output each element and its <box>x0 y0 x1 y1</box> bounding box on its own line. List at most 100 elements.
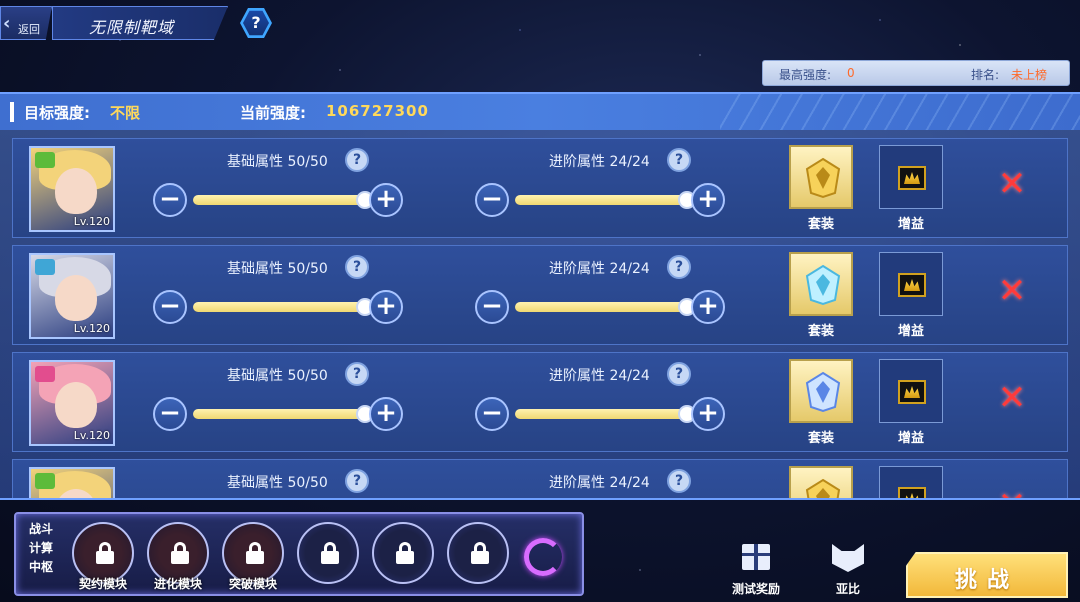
adv-attr-label: 进阶属性 24/24 <box>549 475 650 491</box>
help-icon[interactable]: ? <box>345 469 369 493</box>
minus-icon[interactable]: − <box>475 397 509 431</box>
target-strength-value: 不限 <box>110 104 141 122</box>
rank-value: 未上榜 <box>1011 68 1048 82</box>
help-button[interactable]: ? <box>240 7 272 39</box>
buff-slot[interactable] <box>879 252 943 316</box>
help-icon[interactable]: ? <box>667 148 691 172</box>
minus-icon[interactable]: − <box>153 397 187 431</box>
set-emblem-icon <box>805 478 841 498</box>
module-label: 契约模块 <box>78 577 127 591</box>
back-label: 返回 <box>18 23 40 36</box>
character-avatar[interactable]: Lv.120 <box>29 146 115 232</box>
base-attr-label: 基础属性 50/50 <box>227 261 328 277</box>
set-equipment-slot[interactable] <box>789 252 853 316</box>
help-icon[interactable]: ? <box>667 469 691 493</box>
set-equipment-slot[interactable] <box>789 145 853 209</box>
avatar-face <box>55 382 97 428</box>
refresh-icon[interactable] <box>524 538 562 576</box>
buff-label: 增益 <box>897 324 924 339</box>
base-attr-slider[interactable] <box>193 298 374 316</box>
help-icon[interactable]: ? <box>345 148 369 172</box>
character-row: Lv.120基础属性 50/50?−+进阶属性 24/24?−+套装增益✕ <box>12 138 1068 238</box>
module-slot[interactable] <box>447 522 509 584</box>
back-button[interactable]: ‹ 返回 <box>0 6 52 40</box>
character-row: Lv.120基础属性 50/50?−+进阶属性 24/24?−+套装增益✕ <box>12 459 1068 498</box>
buff-slot[interactable] <box>879 145 943 209</box>
adv-attr-slider[interactable] <box>515 298 696 316</box>
slider-fill <box>193 195 365 205</box>
minus-icon[interactable]: − <box>475 290 509 324</box>
test-reward-label: 测试奖励 <box>731 582 780 596</box>
header-accent-bar <box>10 102 14 122</box>
plus-icon[interactable]: + <box>691 290 725 324</box>
battle-compute-hub: 战斗 计算 中枢 契约模块 进化模块 突破模块 <box>14 512 584 596</box>
remove-x-icon[interactable]: ✕ <box>995 488 1029 498</box>
minus-icon[interactable]: − <box>153 183 187 217</box>
slider-fill <box>193 409 365 419</box>
base-attr-slider[interactable] <box>193 405 374 423</box>
set-label: 套装 <box>807 324 834 339</box>
character-avatar[interactable]: Lv.120 <box>29 467 115 498</box>
challenge-button[interactable]: 挑战 <box>906 552 1068 598</box>
character-avatar[interactable]: Lv.120 <box>29 253 115 339</box>
test-reward-button[interactable]: 测试奖励 <box>728 544 784 600</box>
help-icon: ? <box>243 10 269 36</box>
cat-icon <box>832 544 864 572</box>
lock-icon <box>396 542 414 564</box>
set-equipment-slot[interactable] <box>789 359 853 423</box>
avatar-face <box>55 168 97 214</box>
set-label: 套装 <box>807 217 834 232</box>
lock-body <box>171 551 189 564</box>
set-label: 套装 <box>807 431 834 446</box>
remove-x-icon[interactable]: ✕ <box>995 167 1029 201</box>
buff-label: 增益 <box>897 431 924 446</box>
adv-attr-label: 进阶属性 24/24 <box>549 154 650 170</box>
buff-slot[interactable] <box>879 466 943 498</box>
plus-icon[interactable]: + <box>691 183 725 217</box>
level-label: Lv.120 <box>73 429 110 442</box>
character-avatar[interactable]: Lv.120 <box>29 360 115 446</box>
page-title: 无限制靶域 <box>89 18 175 37</box>
help-icon[interactable]: ? <box>667 362 691 386</box>
slider-fill <box>515 302 687 312</box>
minus-icon[interactable]: − <box>153 290 187 324</box>
help-icon[interactable]: ? <box>667 255 691 279</box>
module-slot[interactable] <box>372 522 434 584</box>
max-strength-value: 0 <box>847 66 855 80</box>
set-equipment-slot[interactable] <box>789 466 853 498</box>
help-icon[interactable]: ? <box>345 362 369 386</box>
minus-icon[interactable]: − <box>475 183 509 217</box>
rank-label: 排名: <box>971 68 1000 82</box>
yabi-label: 亚比 <box>835 582 860 596</box>
current-strength-label: 当前强度: <box>240 104 306 122</box>
lock-icon <box>246 542 264 564</box>
buff-crown-icon <box>898 166 926 190</box>
help-icon[interactable]: ? <box>345 255 369 279</box>
buff-label: 增益 <box>897 217 924 232</box>
element-badge-icon <box>35 259 55 275</box>
lock-icon <box>96 542 114 564</box>
adv-attr-label: 进阶属性 24/24 <box>549 261 650 277</box>
character-row: Lv.120基础属性 50/50?−+进阶属性 24/24?−+套装增益✕ <box>12 352 1068 452</box>
lock-body <box>396 551 414 564</box>
buff-slot[interactable] <box>879 359 943 423</box>
slider-fill <box>515 409 687 419</box>
adv-attr-slider[interactable] <box>515 405 696 423</box>
lock-icon <box>171 542 189 564</box>
adv-attr-slider[interactable] <box>515 191 696 209</box>
plus-icon[interactable]: + <box>369 183 403 217</box>
lock-body <box>96 551 114 564</box>
hub-title-line: 中枢 <box>28 560 53 574</box>
remove-x-icon[interactable]: ✕ <box>995 381 1029 415</box>
character-list[interactable]: Lv.120 基础属性 50/50? − + 进阶属性 24/24? − + 套装 增益 ✕ Lv.… <box>0 138 1080 498</box>
base-attr-slider[interactable] <box>193 191 374 209</box>
plus-icon[interactable]: + <box>369 397 403 431</box>
crown-shape <box>904 493 920 498</box>
yabi-button[interactable]: 亚比 <box>820 544 876 600</box>
module-slot[interactable] <box>297 522 359 584</box>
top-bar: ‹ 返回 无限制靶域 ? <box>0 0 272 46</box>
plus-icon[interactable]: + <box>369 290 403 324</box>
remove-x-icon[interactable]: ✕ <box>995 274 1029 308</box>
current-strength-value: 106727300 <box>326 102 429 120</box>
plus-icon[interactable]: + <box>691 397 725 431</box>
